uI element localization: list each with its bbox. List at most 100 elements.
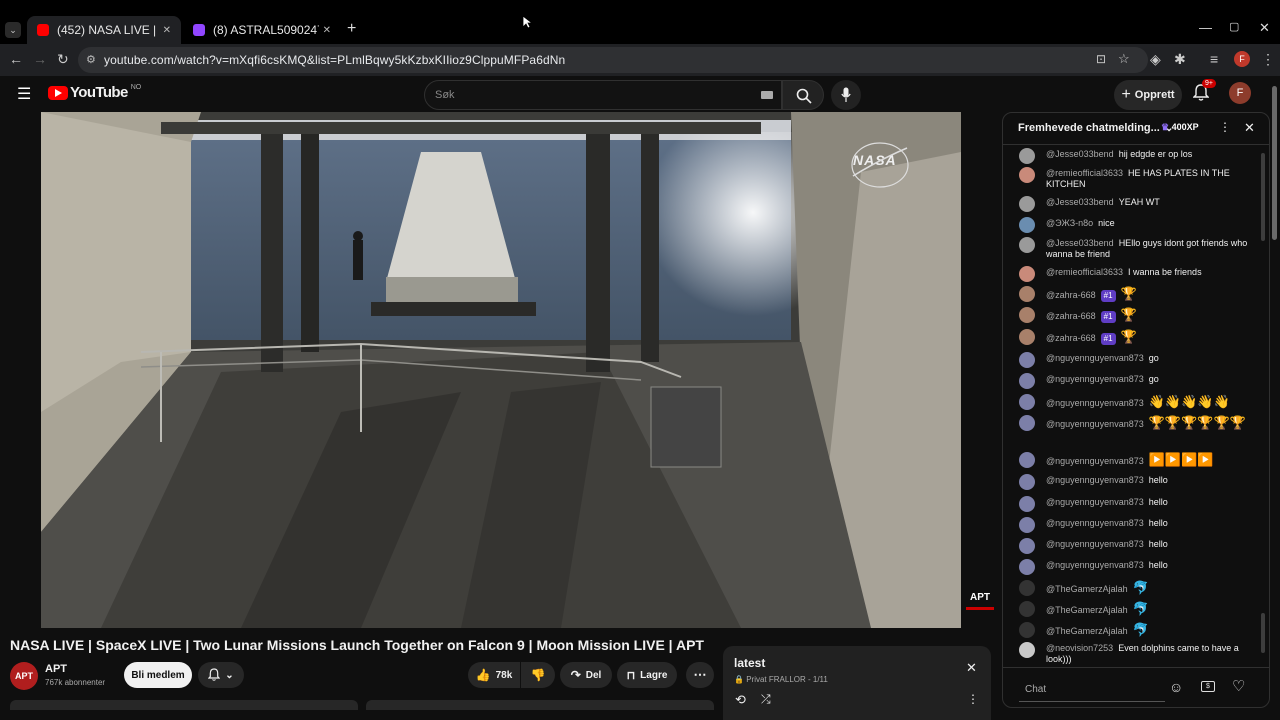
chat-message[interactable]: @Jesse033bend hij edgde er op los [1019, 148, 1257, 164]
bookmark-star-icon[interactable]: ☆ [1118, 51, 1130, 67]
emoji-icon[interactable]: ☺ [1169, 679, 1183, 695]
chat-avatar[interactable] [1019, 474, 1035, 490]
channel-avatar[interactable]: APT [10, 662, 38, 690]
save-button[interactable]: ⊓ Lagre [617, 662, 677, 688]
more-actions-button[interactable]: ⋯ [686, 662, 714, 688]
chat-message[interactable]: @remieofficial3633 I wanna be friends [1019, 266, 1257, 282]
dislike-button[interactable]: 👎 [521, 662, 555, 688]
chat-avatar[interactable] [1019, 559, 1035, 575]
media-control-icon[interactable]: ≡ [1210, 51, 1218, 67]
close-window-icon[interactable]: ✕ [1259, 20, 1270, 36]
chat-input[interactable]: Chat [1019, 678, 1165, 702]
reload-icon[interactable]: ↻ [57, 51, 69, 68]
chat-avatar[interactable] [1019, 517, 1035, 533]
chat-author[interactable]: @zahra-668 [1046, 333, 1096, 343]
chat-avatar[interactable] [1019, 237, 1035, 253]
chat-avatar[interactable] [1019, 580, 1035, 596]
chat-message[interactable]: @zahra-668 #1 🏆 [1019, 307, 1257, 323]
chat-author[interactable]: @TheGamerzAjalah [1046, 626, 1128, 636]
chat-author[interactable]: @remieofficial3633 [1046, 267, 1123, 277]
chat-message[interactable]: @nguyennguyenvan873 ▶️▶️▶️▶️ [1019, 452, 1257, 468]
chat-message[interactable]: @TheGamerzAjalah 🐬 [1019, 622, 1257, 638]
loop-icon[interactable]: ⟲ [735, 692, 746, 708]
chat-author[interactable]: @zahra-668 [1046, 290, 1096, 300]
chat-message[interactable]: @Jesse033bend YEAH WT [1019, 196, 1257, 212]
chat-message[interactable]: @Jesse033bend HEllo guys idont got friend… [1019, 237, 1257, 260]
chat-avatar[interactable] [1019, 266, 1035, 282]
chat-author[interactable]: @nguyennguyenvan873 [1046, 475, 1144, 485]
like-button[interactable]: 👍 78k [468, 662, 520, 688]
chat-message[interactable]: @zahra-668 #1 🏆 [1019, 329, 1257, 345]
chat-author[interactable]: @nguyennguyenvan873 [1046, 398, 1144, 408]
back-icon[interactable]: ← [9, 51, 23, 67]
more-vertical-icon[interactable]: ⋮ [1219, 120, 1231, 134]
chat-avatar[interactable] [1019, 217, 1035, 233]
search-input[interactable]: Søk [424, 80, 782, 110]
search-button[interactable] [782, 80, 824, 110]
chat-avatar[interactable] [1019, 167, 1035, 183]
video-player[interactable]: NASA APT [41, 112, 961, 628]
more-vertical-icon[interactable]: ⋮ [967, 692, 979, 706]
new-tab-button[interactable]: + [347, 20, 356, 38]
chat-message[interactable]: @nguyennguyenvan873 go [1019, 373, 1257, 389]
tab-search-button[interactable]: ⌄ [5, 22, 21, 38]
channel-name[interactable]: APT [45, 663, 67, 675]
chat-avatar[interactable] [1019, 642, 1035, 658]
chat-message[interactable]: @nguyennguyenvan873 hello [1019, 538, 1257, 554]
youtube-logo[interactable]: YouTube NO [48, 84, 141, 101]
chat-author[interactable]: @Jesse033bend [1046, 149, 1114, 159]
chat-avatar[interactable] [1019, 622, 1035, 638]
chat-author[interactable]: @ЭЖЗ-n8o [1046, 218, 1093, 228]
chat-author[interactable]: @remieofficial3633 [1046, 168, 1123, 178]
account-avatar[interactable]: F [1229, 82, 1251, 104]
chat-avatar[interactable] [1019, 286, 1035, 302]
chat-message[interactable]: @nguyennguyenvan873 hello [1019, 474, 1257, 490]
chat-mode-selector[interactable]: Fremhevede chatmelding... ⌄ [1018, 122, 1173, 134]
chat-message[interactable]: @TheGamerzAjalah 🐬 [1019, 580, 1257, 596]
chat-message[interactable]: @neovision7253 Even dolphins came to have… [1019, 642, 1257, 665]
chat-author[interactable]: @nguyennguyenvan873 [1046, 353, 1144, 363]
xp-badge[interactable]: ♛ 400XP [1161, 122, 1199, 133]
close-icon[interactable]: ✕ [1244, 120, 1255, 136]
site-info-icon[interactable]: ⚙ [86, 53, 96, 66]
chat-author[interactable]: @nguyennguyenvan873 [1046, 419, 1144, 429]
chat-author[interactable]: @neovision7253 [1046, 643, 1113, 653]
description-box[interactable] [10, 700, 358, 710]
channel-watermark[interactable]: APT [966, 592, 994, 610]
chat-author[interactable]: @nguyennguyenvan873 [1046, 497, 1144, 507]
chat-message[interactable]: @ЭЖЗ-n8o nice [1019, 217, 1257, 233]
hamburger-menu-icon[interactable]: ☰ [17, 84, 31, 104]
chat-author[interactable]: @nguyennguyenvan873 [1046, 560, 1144, 570]
chat-avatar[interactable] [1019, 601, 1035, 617]
tab-twitch[interactable]: (8) ASTRAL5090247 - Twitch ✕ [183, 16, 341, 44]
chat-avatar[interactable] [1019, 415, 1035, 431]
create-button[interactable]: + Opprett [1114, 80, 1182, 110]
chat-message[interactable]: @nguyennguyenvan873 hello [1019, 517, 1257, 533]
heart-icon[interactable]: ♡ [1232, 677, 1245, 695]
chat-author[interactable]: @nguyennguyenvan873 [1046, 539, 1144, 549]
chat-avatar[interactable] [1019, 329, 1035, 345]
chat-author[interactable]: @Jesse033bend [1046, 197, 1114, 207]
chat-message[interactable]: @remieofficial3633 HE HAS PLATES IN THE K… [1019, 167, 1257, 190]
chat-message[interactable]: @nguyennguyenvan873 🏆🏆🏆🏆🏆🏆 [1019, 415, 1257, 431]
join-button[interactable]: Bli medlem [124, 662, 192, 688]
tab-youtube[interactable]: (452) NASA LIVE | SpaceX LIVE ✕ [27, 16, 181, 44]
notifications-button[interactable]: 9+ [1192, 79, 1216, 107]
shuffle-icon[interactable]: ⤮ [761, 692, 771, 707]
chat-message[interactable]: @nguyennguyenvan873 hello [1019, 496, 1257, 512]
menu-dots-icon[interactable]: ⋮ [1261, 51, 1275, 68]
playlist-title[interactable]: latest [734, 656, 765, 670]
subscribe-notifications-button[interactable]: ⌄ [198, 662, 244, 688]
chat-avatar[interactable] [1019, 196, 1035, 212]
extension-icon[interactable]: ◈ [1150, 51, 1161, 68]
chat-avatar[interactable] [1019, 148, 1035, 164]
chat-avatar[interactable] [1019, 352, 1035, 368]
chat-message[interactable]: @nguyennguyenvan873 👋👋👋👋👋 [1019, 394, 1257, 410]
install-app-icon[interactable]: ⊡ [1096, 52, 1106, 66]
chat-avatar[interactable] [1019, 394, 1035, 410]
chat-avatar[interactable] [1019, 307, 1035, 323]
share-button[interactable]: ↷ Del [560, 662, 612, 688]
voice-search-button[interactable] [831, 80, 861, 110]
chat-author[interactable]: @TheGamerzAjalah [1046, 584, 1128, 594]
puzzle-icon[interactable]: ✱ [1174, 51, 1186, 68]
